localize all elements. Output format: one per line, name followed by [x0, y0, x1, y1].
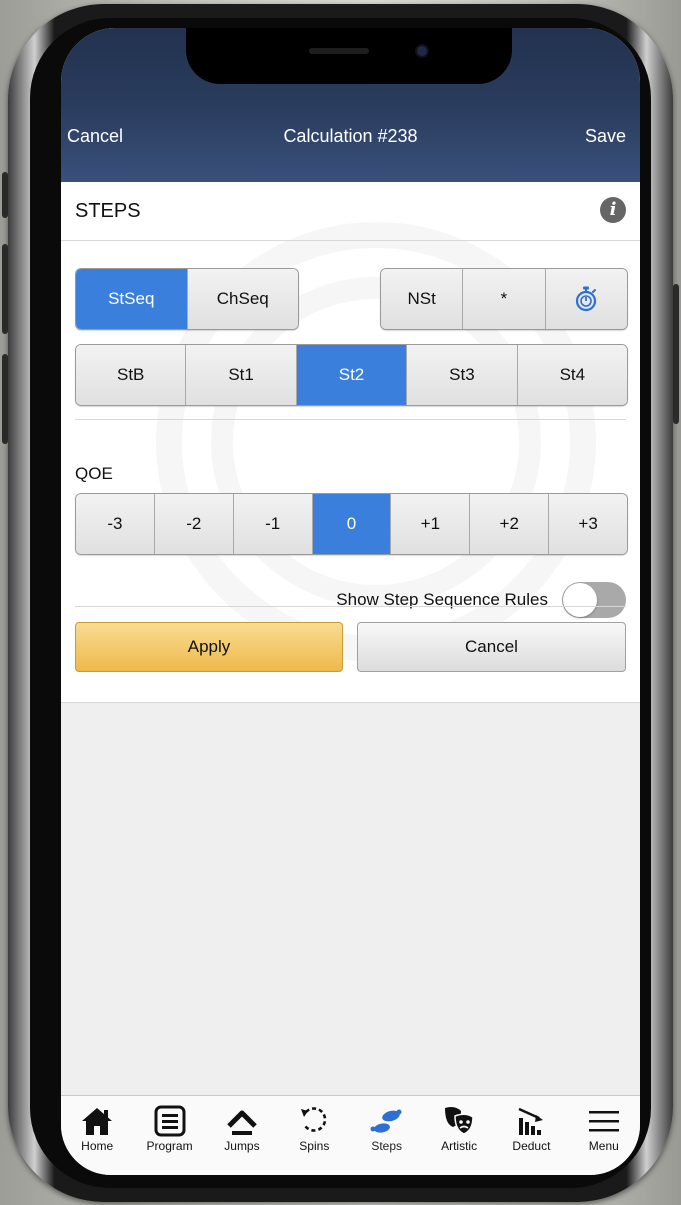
list-icon [154, 1105, 186, 1137]
tab-jumps[interactable]: Jumps [206, 1096, 278, 1175]
divider [75, 419, 626, 420]
modifier-nst[interactable]: NSt [381, 269, 464, 329]
tab-menu[interactable]: Menu [568, 1096, 640, 1175]
volume-down-button [2, 354, 8, 444]
divider [75, 606, 626, 607]
level-st4[interactable]: St4 [517, 345, 627, 405]
nav-save-button[interactable]: Save [585, 126, 626, 147]
level-selector: StB St1 St2 St3 St4 [75, 344, 628, 406]
level-stb[interactable]: StB [76, 345, 187, 405]
tab-spins[interactable]: Spins [278, 1096, 350, 1175]
tab-deduct[interactable]: Deduct [495, 1096, 567, 1175]
qoe-minus-2[interactable]: -2 [154, 494, 234, 554]
qoe-plus-3[interactable]: +3 [549, 494, 627, 554]
rules-toggle-row: Show Step Sequence Rules [336, 582, 626, 618]
tab-label: Program [146, 1139, 193, 1153]
silent-switch [2, 172, 8, 218]
camera [417, 46, 427, 56]
qoe-minus-3[interactable]: -3 [76, 494, 155, 554]
tab-label: Home [81, 1139, 114, 1153]
sequence-type-selector: StSeq ChSeq [75, 268, 299, 330]
rules-toggle-label: Show Step Sequence Rules [336, 590, 548, 609]
qoe-label: QOE [75, 464, 113, 483]
volume-up-button [2, 244, 8, 334]
level-st1[interactable]: St1 [186, 345, 297, 405]
info-icon[interactable]: i [600, 197, 626, 223]
qoe-selector: -3 -2 -1 0 +1 +2 +3 [75, 493, 628, 555]
toggle-knob [563, 583, 597, 617]
qoe-minus-1[interactable]: -1 [233, 494, 313, 554]
panel-title: STEPS [75, 200, 141, 222]
sequence-type-stseq[interactable]: StSeq [76, 269, 188, 329]
nav-cancel-button[interactable]: Cancel [67, 126, 123, 147]
speaker [309, 48, 369, 54]
hamburger-menu-icon [588, 1111, 619, 1132]
rules-toggle-switch[interactable] [562, 582, 626, 618]
tab-label: Deduct [512, 1139, 551, 1153]
tab-program[interactable]: Program [133, 1096, 205, 1175]
level-st3[interactable]: St3 [407, 345, 518, 405]
app-screen: Calculation #238 Cancel Save STEPS i StS… [61, 28, 640, 1175]
masks-icon [445, 1107, 474, 1135]
jump-icon [227, 1110, 257, 1135]
tab-steps[interactable]: Steps [351, 1096, 423, 1175]
tab-label: Jumps [224, 1139, 260, 1153]
tab-label: Artistic [441, 1139, 478, 1153]
steps-panel: STEPS i StSeq ChSeq NSt * StB St1 St2 St… [61, 182, 640, 703]
footsteps-icon [370, 1109, 402, 1133]
tab-label: Menu [588, 1139, 619, 1153]
deduct-chart-icon [518, 1107, 544, 1135]
home-icon [82, 1108, 113, 1135]
qoe-zero[interactable]: 0 [312, 494, 392, 554]
tab-artistic[interactable]: Artistic [423, 1096, 495, 1175]
apply-button[interactable]: Apply [75, 622, 343, 672]
sequence-type-chseq[interactable]: ChSeq [187, 269, 298, 329]
modifier-timer[interactable] [545, 269, 627, 329]
tab-label: Spins [299, 1139, 330, 1153]
cancel-button[interactable]: Cancel [357, 622, 626, 672]
power-button [673, 284, 679, 424]
qoe-plus-2[interactable]: +2 [470, 494, 550, 554]
stopwatch-icon [576, 286, 597, 312]
divider [61, 240, 640, 241]
modifier-selector: NSt * [380, 268, 628, 330]
tab-home[interactable]: Home [61, 1096, 133, 1175]
modifier-asterisk[interactable]: * [463, 269, 546, 329]
spin-icon [301, 1107, 327, 1132]
tab-bar: Home Program Jumps Spins Steps Artistic … [61, 1095, 640, 1175]
page-title: Calculation #238 [283, 126, 418, 146]
tab-label: Steps [371, 1139, 403, 1153]
level-st2[interactable]: St2 [296, 345, 408, 405]
qoe-plus-1[interactable]: +1 [391, 494, 471, 554]
notch [186, 28, 512, 84]
